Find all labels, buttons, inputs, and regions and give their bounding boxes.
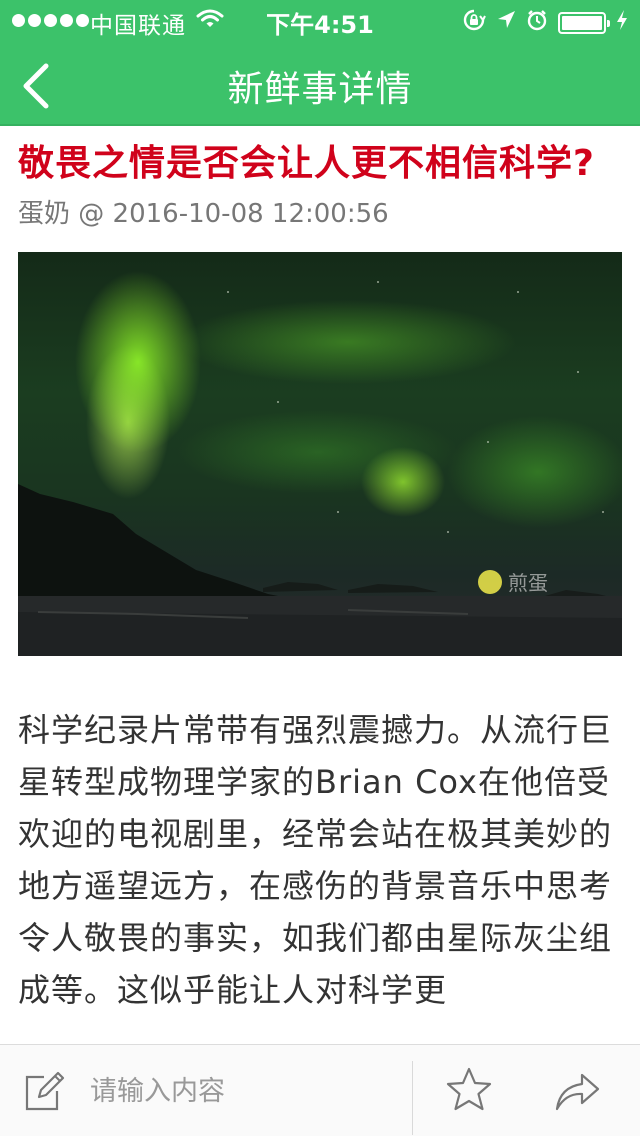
location-icon [496, 9, 516, 37]
charging-icon [616, 9, 628, 37]
header: 中国联通 下午4:51 新鲜事详情 [0, 0, 640, 126]
app-screen: 中国联通 下午4:51 新鲜事详情 敬畏之情是否会让人更不相信科学? 蛋奶 @ … [0, 0, 640, 1136]
compose-icon [22, 1069, 66, 1117]
navigation-bar: 新鲜事详情 [0, 40, 640, 126]
comment-area[interactable] [0, 1045, 412, 1136]
article-author[interactable]: 蛋奶 [18, 199, 70, 229]
status-bar: 中国联通 下午4:51 [0, 0, 640, 40]
status-icons [462, 8, 628, 38]
toolbar-divider [412, 1061, 413, 1135]
article-image[interactable]: 煎蛋 [18, 252, 622, 656]
alarm-icon [526, 9, 548, 37]
page-title: 新鲜事详情 [227, 69, 413, 110]
watermark-logo [478, 570, 502, 594]
article-body: 科学纪录片常带有强烈震撼力。从流行巨星转型成物理学家的Brian Cox在他倍受… [18, 711, 613, 1009]
star-icon [446, 1067, 492, 1111]
article-meta: 蛋奶 @ 2016-10-08 12:00:56 [18, 198, 622, 230]
share-button[interactable] [552, 1067, 602, 1117]
aurora-photo: 煎蛋 [18, 281, 622, 656]
share-icon [555, 1073, 600, 1111]
rotation-lock-icon [462, 8, 486, 38]
favorite-button[interactable] [444, 1065, 494, 1115]
article-datetime: 2016-10-08 12:00:56 [112, 199, 389, 229]
battery-icon [558, 12, 610, 34]
comment-input[interactable] [90, 1069, 390, 1113]
image-watermark: 煎蛋 [508, 571, 548, 595]
article-title: 敬畏之情是否会让人更不相信科学? [18, 143, 595, 184]
bottom-toolbar [0, 1044, 640, 1136]
article: 敬畏之情是否会让人更不相信科学? 蛋奶 @ 2016-10-08 12:00:5… [18, 126, 622, 1016]
at-symbol: @ [78, 199, 105, 229]
